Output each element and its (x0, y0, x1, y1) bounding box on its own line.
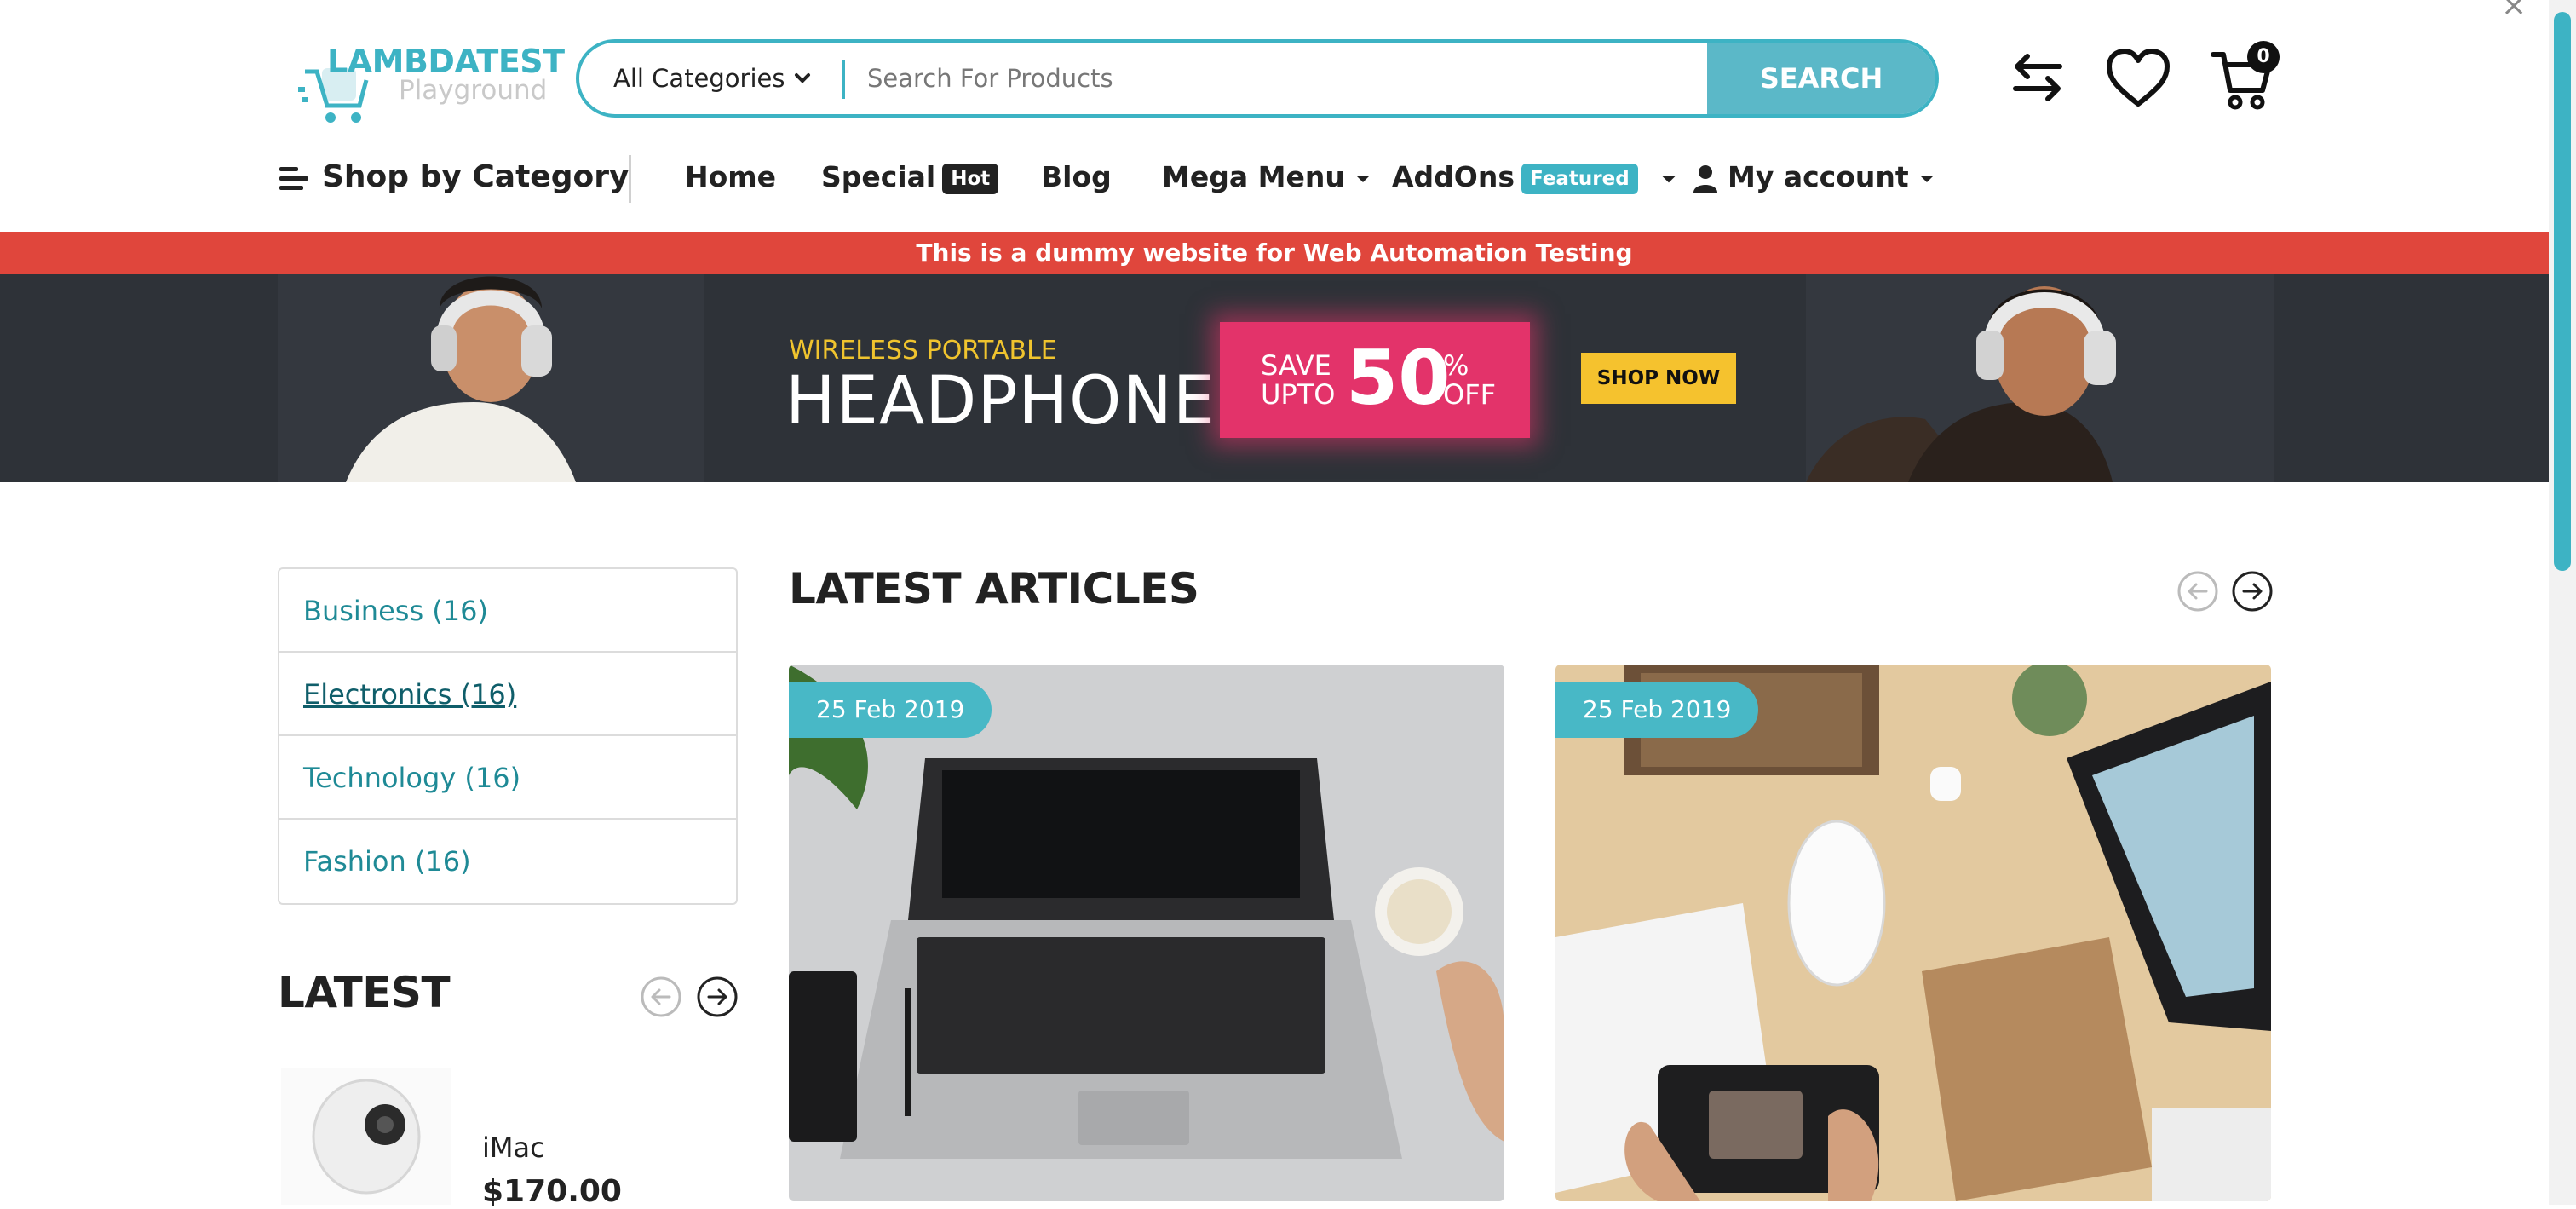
headphone-banner[interactable]: WIRELESS PORTABLE HEADPHONE SAVE UPTO 50 … (0, 274, 2549, 482)
category-fashion[interactable]: Fashion (16) (279, 820, 736, 903)
caret-down-icon (1921, 176, 1934, 182)
article-date-badge: 25 Feb 2019 (1555, 682, 1759, 738)
nav-mega-menu-label: Mega Menu (1162, 160, 1345, 193)
product-camera-image (281, 1068, 451, 1205)
scrollbar-thumb[interactable] (2554, 12, 2571, 571)
banner-model-left-image (278, 274, 704, 482)
caret-down-icon (1662, 176, 1676, 182)
banner-kicker: WIRELESS PORTABLE (789, 336, 1057, 366)
latest-prev-arrow-icon[interactable] (641, 976, 681, 1017)
shop-now-button[interactable]: SHOP NOW (1581, 353, 1736, 404)
category-technology[interactable]: Technology (16) (279, 736, 736, 820)
compare-icon[interactable] (2004, 44, 2072, 112)
search-divider (842, 60, 845, 99)
latest-title: LATEST (278, 968, 451, 1017)
nav-special-label: Special (821, 160, 936, 193)
discount-off-text: % OFF (1443, 349, 1496, 411)
nav-my-account[interactable]: My account (1692, 153, 1935, 201)
nav-blog[interactable]: Blog (1041, 153, 1112, 201)
search-category-select[interactable]: All Categories (613, 43, 785, 114)
close-icon[interactable]: × (2501, 0, 2527, 23)
shop-by-category-label: Shop by Category (322, 159, 630, 194)
nav-my-account-label: My account (1728, 160, 1909, 193)
menu-icon (279, 166, 308, 190)
logo-subtitle: Playground (399, 75, 548, 106)
page-scrollbar[interactable] (2549, 0, 2576, 1205)
wishlist-heart-icon[interactable] (2104, 44, 2172, 112)
discount-save-text: SAVE UPTO (1261, 349, 1336, 411)
nav-divider (629, 155, 631, 203)
nav-addons-label: AddOns (1392, 160, 1515, 193)
article-card[interactable]: 25 Feb 2019 (789, 665, 1504, 1201)
latest-articles-title: LATEST ARTICLES (789, 564, 1199, 613)
hot-badge: Hot (942, 163, 999, 194)
shop-by-category-button[interactable]: Shop by Category (278, 153, 629, 201)
latest-next-arrow-icon[interactable] (697, 976, 738, 1017)
discount-value: 50 (1346, 334, 1451, 422)
category-electronics[interactable]: Electronics (16) (279, 653, 736, 736)
article-card[interactable]: 25 Feb 2019 (1555, 665, 2271, 1201)
featured-badge: Featured (1521, 163, 1638, 194)
nav-special[interactable]: Special Hot (821, 153, 999, 201)
articles-prev-arrow-icon[interactable] (2177, 571, 2218, 612)
nav-home[interactable]: Home (685, 153, 776, 201)
article-date-badge: 25 Feb 2019 (789, 682, 992, 738)
category-business[interactable]: Business (16) (279, 569, 736, 653)
nav-mega-menu[interactable]: Mega Menu (1162, 153, 1371, 201)
site-logo[interactable]: LAMBDATEST Playground (296, 43, 565, 123)
user-icon (1693, 164, 1717, 193)
search-input[interactable] (865, 43, 1411, 114)
articles-next-arrow-icon[interactable] (2232, 571, 2273, 612)
search-bar: All Categories SEARCH (576, 39, 1939, 118)
banner-model-right-image (1806, 274, 2274, 482)
chevron-down-icon[interactable] (791, 66, 814, 90)
banner-title: HEADPHONE (785, 363, 1216, 440)
product-price: $170.00 (482, 1174, 622, 1209)
product-image[interactable] (281, 1068, 451, 1205)
nav-addons[interactable]: AddOns Featured (1392, 153, 1678, 201)
article-desk-camera-image (1555, 665, 2271, 1201)
promo-strip: This is a dummy website for Web Automati… (0, 232, 2549, 274)
caret-down-icon (1357, 176, 1370, 182)
cart-count-badge: 0 (2247, 41, 2280, 73)
article-laptop-image (789, 665, 1504, 1201)
discount-box: SAVE UPTO 50 % OFF (1220, 322, 1530, 438)
category-list: Business (16) Electronics (16) Technolog… (278, 567, 738, 905)
search-button[interactable]: SEARCH (1707, 43, 1935, 114)
product-name[interactable]: iMac (482, 1131, 545, 1164)
